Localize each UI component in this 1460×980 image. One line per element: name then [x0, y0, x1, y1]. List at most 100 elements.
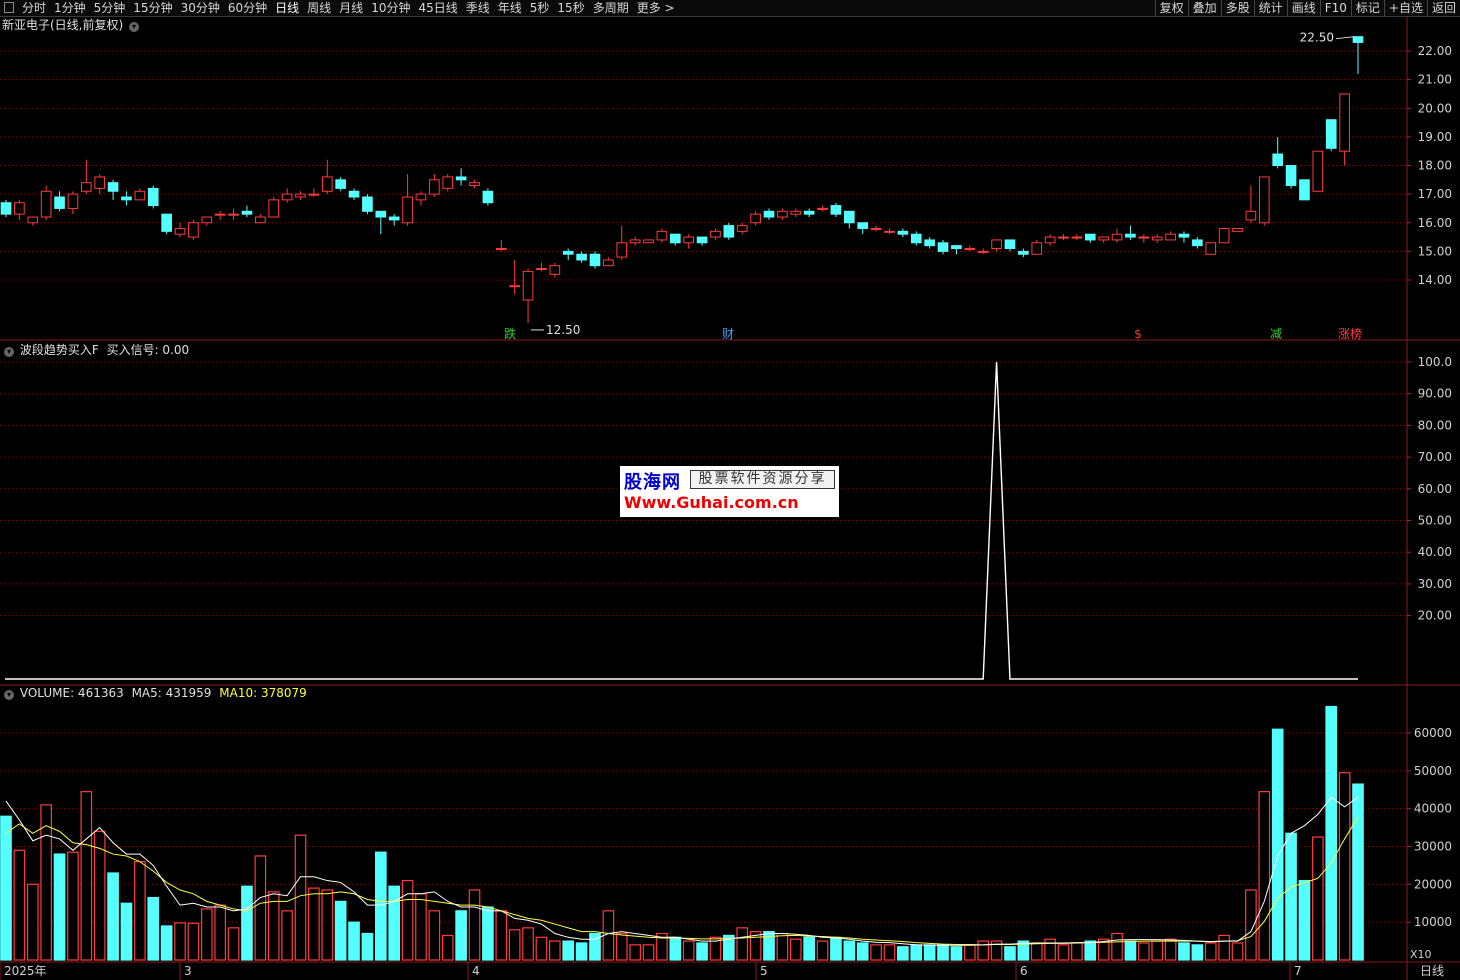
- candle-body: [1232, 227, 1243, 232]
- candle-body: [924, 239, 935, 247]
- volume-bar: [1231, 942, 1244, 961]
- candle-body: [321, 176, 333, 192]
- event-marker: $: [1134, 327, 1142, 341]
- candle-body: [603, 259, 614, 267]
- period-tab-2[interactable]: 5分钟: [90, 0, 130, 16]
- toolbar-button-3[interactable]: 统计: [1253, 0, 1287, 16]
- toolbar-button-0[interactable]: 复权: [1154, 0, 1188, 16]
- toolbar-button-6[interactable]: 标记: [1350, 0, 1384, 16]
- volume-bar: [241, 885, 253, 961]
- candle-body: [937, 242, 949, 252]
- candle-body: [228, 213, 239, 216]
- candle-body: [107, 182, 119, 192]
- volume-bar: [13, 849, 26, 961]
- volume-bar: [1191, 944, 1204, 961]
- toolbar-button-1[interactable]: 叠加: [1187, 0, 1221, 16]
- period-tab-9[interactable]: 10分钟: [367, 0, 414, 16]
- signal-tick-label: 60.00: [1418, 482, 1452, 496]
- candle-body: [335, 179, 346, 189]
- candle-body: [643, 239, 654, 244]
- period-tab-8[interactable]: 月线: [335, 0, 367, 16]
- candle-body: [348, 190, 360, 198]
- volume-tick-label: 50000: [1414, 764, 1452, 778]
- period-tab-12[interactable]: 年线: [494, 0, 526, 16]
- period-tab-14[interactable]: 15秒: [553, 0, 588, 16]
- period-tab-7[interactable]: 周线: [303, 0, 335, 16]
- period-tab-13[interactable]: 5秒: [526, 0, 554, 16]
- candle-body: [94, 176, 106, 189]
- candle-body: [1258, 176, 1270, 224]
- toolbar-button-5[interactable]: F10: [1319, 0, 1351, 16]
- candle-body: [710, 230, 721, 238]
- volume-tick-label: 30000: [1414, 840, 1452, 854]
- volume-bar: [214, 904, 226, 961]
- period-tab-16[interactable]: 更多 >: [633, 0, 679, 16]
- volume-bar: [1338, 772, 1351, 961]
- price-tick-label: 21.00: [1418, 73, 1452, 87]
- candle-body: [1151, 236, 1163, 241]
- period-tab-15[interactable]: 多周期: [589, 0, 633, 16]
- price-tick-label: 14.00: [1418, 273, 1452, 287]
- volume-tick-label: 10000: [1414, 915, 1452, 929]
- candle-body: [549, 265, 561, 275]
- toolbar-button-8[interactable]: 返回: [1426, 0, 1460, 16]
- signal-tick-label: 50.00: [1418, 514, 1452, 528]
- period-tab-1[interactable]: 1分钟: [50, 0, 90, 16]
- volume-bar: [1271, 728, 1284, 961]
- candle-body: [1312, 150, 1324, 192]
- volume-bar: [415, 893, 427, 961]
- toolbar-button-7[interactable]: +自选: [1383, 0, 1427, 16]
- volume-bar: [495, 910, 508, 961]
- candle-body: [375, 210, 387, 218]
- volume-bar: [0, 815, 12, 961]
- volume-bar: [1298, 879, 1311, 961]
- volume-bar: [977, 940, 990, 961]
- volume-bar: [482, 906, 494, 961]
- period-tab-10[interactable]: 45日线: [414, 0, 461, 16]
- candle-body: [977, 250, 989, 253]
- candle-body: [522, 270, 534, 301]
- candle-body: [683, 236, 695, 244]
- candle-body: [295, 193, 306, 198]
- candle-body: [1339, 93, 1350, 152]
- volume-bar: [629, 944, 641, 961]
- volume-bar: [1245, 889, 1257, 961]
- volume-unit-label: X10: [1410, 948, 1432, 961]
- period-tab-5[interactable]: 60分钟: [224, 0, 271, 16]
- toolbar-button-2[interactable]: 多股: [1220, 0, 1254, 16]
- volume-bar: [642, 944, 655, 961]
- volume-bar: [321, 889, 334, 961]
- period-tab-3[interactable]: 15分钟: [129, 0, 176, 16]
- candle-body: [1272, 153, 1284, 167]
- period-tab-6[interactable]: 日线: [271, 0, 303, 16]
- volume-bar: [883, 944, 896, 961]
- volume-bar: [388, 885, 401, 961]
- period-tab-11[interactable]: 季线: [462, 0, 494, 16]
- volume-bar: [1151, 940, 1164, 961]
- volume-bar: [1178, 942, 1190, 961]
- volume-bar: [897, 946, 909, 961]
- price-tick-label: 20.00: [1418, 101, 1452, 115]
- volume-bar: [200, 908, 213, 961]
- volume-tick-label: 60000: [1414, 726, 1452, 740]
- high-price-label: 22.50: [1300, 31, 1334, 45]
- panel-toggle-icon[interactable]: [4, 2, 14, 13]
- candle-body: [536, 268, 547, 271]
- volume-bar: [870, 944, 882, 961]
- period-tab-0[interactable]: 分时: [18, 0, 50, 16]
- volume-bar: [26, 883, 39, 961]
- candle-body: [830, 205, 842, 215]
- candle-body: [429, 179, 440, 195]
- volume-bar: [1325, 705, 1338, 961]
- toolbar-button-4[interactable]: 画线: [1286, 0, 1320, 16]
- candle-body: [723, 225, 735, 238]
- event-marker: 财: [722, 327, 734, 341]
- candle-body: [509, 285, 520, 288]
- candle-body: [562, 250, 574, 255]
- volume-bar: [428, 910, 441, 961]
- volume-bar: [1258, 791, 1271, 961]
- candle-body: [951, 245, 962, 250]
- period-tab-4[interactable]: 30分钟: [177, 0, 224, 16]
- candle-body: [1325, 119, 1337, 149]
- volume-bar: [950, 946, 963, 961]
